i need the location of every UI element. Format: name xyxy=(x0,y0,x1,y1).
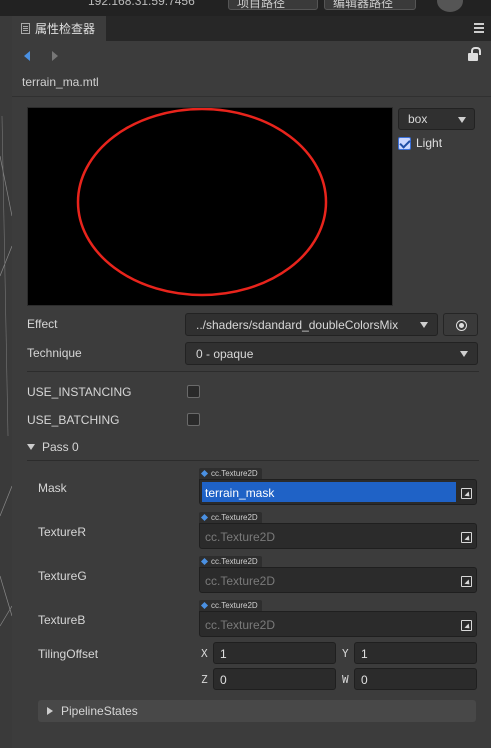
light-checkbox[interactable] xyxy=(398,136,411,150)
mask-texture-value: terrain_mask xyxy=(205,486,275,500)
z-axis-label: Z xyxy=(201,673,208,686)
asset-picker-icon[interactable] xyxy=(461,620,472,631)
light-toggle[interactable]: Light xyxy=(398,136,442,150)
forward-arrow-icon[interactable] xyxy=(52,51,58,61)
use-batching-label: USE_BATCHING xyxy=(27,413,120,427)
divider xyxy=(27,460,479,461)
use-instancing-label: USE_INSTANCING xyxy=(27,385,132,399)
effect-select[interactable]: ../shaders/sdandard_doubleColorsMix xyxy=(185,313,438,336)
project-path-button[interactable]: 项目路径 xyxy=(228,0,318,10)
editor-path-button[interactable]: 编辑器路径 xyxy=(324,0,416,10)
chevron-down-icon xyxy=(27,444,35,450)
tab-bar: 属性检查器 xyxy=(12,16,491,41)
chevron-right-icon xyxy=(47,707,53,715)
asset-type-tag: cc.Texture2D xyxy=(199,468,262,479)
chevron-down-icon xyxy=(420,322,428,328)
preview-shape-value: box xyxy=(408,112,428,126)
divider xyxy=(27,371,479,372)
texture-g-label: TextureG xyxy=(38,569,87,583)
mask-label: Mask xyxy=(38,481,67,495)
tiling-z-input[interactable]: 0 xyxy=(213,668,336,690)
texture-b-placeholder: cc.Texture2D xyxy=(205,618,276,632)
menu-icon[interactable] xyxy=(474,23,484,33)
asset-type-tag: cc.Texture2D xyxy=(199,512,262,523)
divider xyxy=(12,96,491,97)
asset-picker-icon[interactable] xyxy=(461,576,472,587)
tiling-offset-label: TilingOffset xyxy=(38,647,99,661)
server-address: 192.168.31.59:7456 xyxy=(88,0,195,8)
lock-icon[interactable] xyxy=(468,47,481,61)
technique-label: Technique xyxy=(27,346,82,360)
asset-picker-icon[interactable] xyxy=(461,488,472,499)
pipeline-states-label: PipelineStates xyxy=(61,704,138,718)
pipeline-states-header[interactable]: PipelineStates xyxy=(38,700,476,722)
pass-0-header[interactable]: Pass 0 xyxy=(27,440,79,454)
scene-view-edge xyxy=(0,16,12,748)
light-label: Light xyxy=(416,136,443,150)
chevron-down-icon xyxy=(460,351,468,357)
chevron-down-icon xyxy=(458,117,466,123)
history-nav xyxy=(12,41,491,67)
texture-g-input[interactable]: cc.Texture2D xyxy=(199,567,477,593)
inspector-panel: 属性检查器 terrain_ma.mtl box Light Effect ..… xyxy=(12,16,491,748)
tiling-x-input[interactable]: 1 xyxy=(213,642,336,664)
asset-type-tag: cc.Texture2D xyxy=(199,556,262,567)
mask-texture-input[interactable]: terrain_mask xyxy=(199,479,477,505)
technique-select[interactable]: 0 - opaque xyxy=(185,342,478,365)
w-axis-label: W xyxy=(342,673,349,686)
texture-r-placeholder: cc.Texture2D xyxy=(205,530,276,544)
asset-type-tag: cc.Texture2D xyxy=(199,600,262,611)
pass-title: Pass 0 xyxy=(42,440,79,454)
preview-ellipse xyxy=(76,108,328,297)
texture-r-label: TextureR xyxy=(38,525,87,539)
tab-inspector-label: 属性检查器 xyxy=(35,22,96,36)
asset-filename: terrain_ma.mtl xyxy=(22,75,99,89)
texture-b-input[interactable]: cc.Texture2D xyxy=(199,611,477,637)
effect-value: ../shaders/sdandard_doubleColorsMix xyxy=(196,318,399,332)
help-icon[interactable] xyxy=(437,0,463,12)
x-axis-label: X xyxy=(201,647,208,660)
use-instancing-checkbox[interactable] xyxy=(187,385,200,398)
back-arrow-icon[interactable] xyxy=(24,51,30,61)
material-preview[interactable] xyxy=(27,107,393,306)
texture-g-placeholder: cc.Texture2D xyxy=(205,574,276,588)
tab-inspector[interactable]: 属性检查器 xyxy=(12,16,106,41)
texture-r-input[interactable]: cc.Texture2D xyxy=(199,523,477,549)
texture-b-label: TextureB xyxy=(38,613,86,627)
locate-effect-button[interactable] xyxy=(443,313,478,336)
technique-value: 0 - opaque xyxy=(196,347,254,361)
effect-label: Effect xyxy=(27,317,58,331)
panel-icon xyxy=(21,23,30,34)
use-batching-checkbox[interactable] xyxy=(187,413,200,426)
tiling-y-input[interactable]: 1 xyxy=(354,642,477,664)
y-axis-label: Y xyxy=(342,647,349,660)
tiling-w-input[interactable]: 0 xyxy=(354,668,477,690)
asset-picker-icon[interactable] xyxy=(461,532,472,543)
preview-shape-select[interactable]: box xyxy=(398,108,475,130)
top-toolbar: 192.168.31.59:7456 项目路径 编辑器路径 xyxy=(0,0,491,16)
